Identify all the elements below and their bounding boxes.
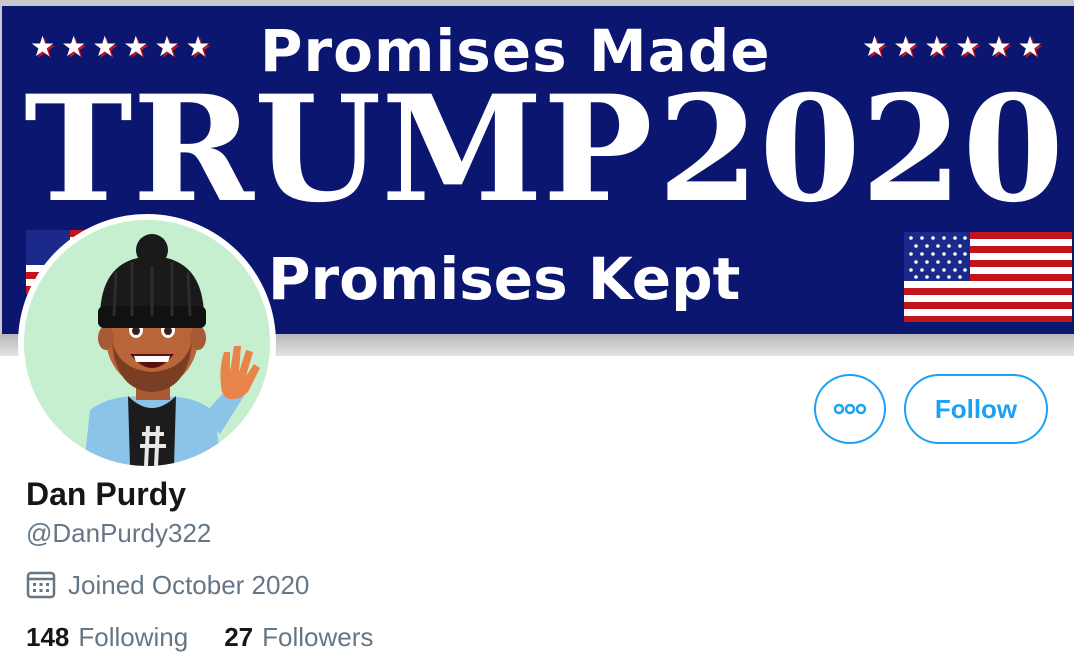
following-count: 148 — [26, 622, 70, 652]
us-flag-right-icon — [904, 232, 1072, 322]
stars-right-decoration: ★★★★★★ — [862, 30, 1049, 63]
banner-headline-left: TRUMP — [24, 64, 653, 235]
banner-headline-right: 2020 — [657, 64, 1064, 235]
profile-name: Dan Purdy — [26, 476, 187, 512]
joined-date: Joined October 2020 — [26, 568, 309, 602]
more-horizontal-icon — [833, 403, 867, 415]
followers-label: Followers — [262, 622, 374, 652]
calendar-icon — [26, 571, 56, 599]
profile-handle: @DanPurdy322 — [26, 518, 212, 548]
banner-bottom-text: Promises Kept — [268, 245, 741, 313]
followers-link[interactable]: 27 Followers — [224, 620, 373, 654]
following-link[interactable]: 148 Following — [26, 620, 188, 654]
avatar-image — [24, 220, 270, 466]
stars-left-decoration: ★★★★★★ — [30, 30, 217, 63]
joined-text: Joined October 2020 — [68, 570, 310, 600]
profile-avatar[interactable] — [18, 214, 276, 472]
memoji-avatar-icon — [24, 220, 270, 466]
more-options-button[interactable] — [814, 374, 886, 444]
banner-headline: TRUMP 2020 — [24, 70, 1064, 230]
follow-button[interactable]: Follow — [904, 374, 1048, 444]
following-label: Following — [78, 622, 189, 652]
followers-count: 27 — [224, 622, 254, 652]
profile-stats: 148 Following 27 Followers — [26, 620, 373, 654]
